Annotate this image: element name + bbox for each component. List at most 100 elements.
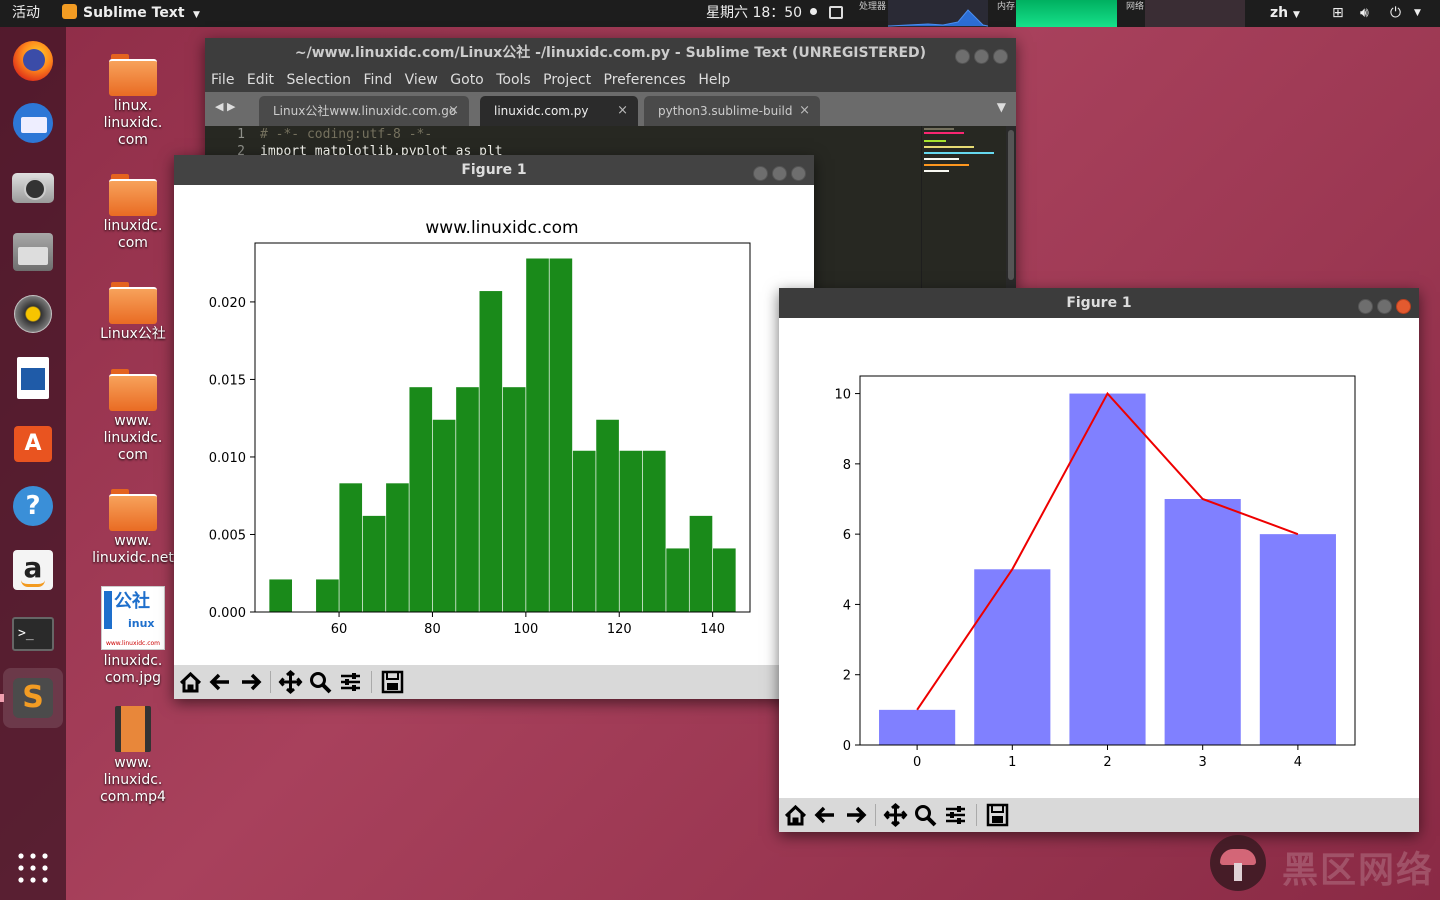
pan-icon[interactable] (277, 669, 304, 695)
sublime-titlebar[interactable]: ~/www.linuxidc.com/Linux公社 -/linuxidc.co… (205, 38, 1016, 68)
show-apps-icon[interactable] (17, 852, 49, 884)
histogram-bar (712, 548, 736, 612)
desktop-image-file[interactable]: 公社 inux www.linuxidc.com linuxidc. com.j… (88, 586, 178, 687)
settings-sliders-icon[interactable] (942, 802, 969, 828)
volume-icon[interactable]: 🔊︎ (1360, 0, 1369, 27)
menu-file[interactable]: File (211, 72, 234, 88)
close-button[interactable] (791, 166, 806, 181)
bar-chart-canvas[interactable]: 0 2 4 6 8 10 0 1 2 3 4 (779, 318, 1419, 798)
minimize-button[interactable] (955, 49, 970, 64)
home-icon[interactable] (177, 669, 204, 695)
language-indicator[interactable]: zh ▼ (1270, 0, 1300, 27)
tab-linuxidc-py[interactable]: linuxidc.com.py × (480, 96, 638, 126)
app-menu[interactable]: Sublime Text ▼ (62, 0, 200, 27)
histogram-bar (619, 450, 643, 612)
help-icon[interactable]: ? (9, 482, 57, 530)
forward-arrow-icon[interactable] (237, 669, 264, 695)
cpu-graph (887, 0, 989, 27)
histogram-canvas[interactable]: www.linuxidc.com 0.0000.0050.0100.0150.0… (174, 185, 814, 665)
home-icon[interactable] (782, 802, 809, 828)
maximize-button[interactable] (974, 49, 989, 64)
x-tick-label: 120 (607, 622, 632, 637)
desktop-folder-2[interactable]: linuxidc. com (88, 174, 178, 252)
tab-linuxidc-go[interactable]: Linux公社www.linuxidc.com.go × (259, 96, 469, 126)
bar-series (879, 393, 1336, 745)
menu-selection[interactable]: Selection (286, 72, 351, 88)
top-panel: 活动 Sublime Text ▼ 星期六 18：50 处理器 内存 网络 zh… (0, 0, 1440, 27)
zoom-icon[interactable] (912, 802, 939, 828)
menu-edit[interactable]: Edit (247, 72, 274, 88)
tab-bar: ◀ ▶ Linux公社www.linuxidc.com.go × linuxidc… (205, 92, 1016, 126)
desktop-folder-5[interactable]: www. linuxidc.net (88, 489, 178, 567)
y-tick-label: 6 (843, 528, 851, 543)
histogram-bar (316, 579, 339, 612)
net-label: 网络 (1126, 2, 1145, 12)
maximize-button[interactable] (772, 166, 787, 181)
figure-titlebar[interactable]: Figure 1 (174, 155, 814, 185)
tab-close-icon[interactable]: × (448, 96, 459, 126)
histogram-bar (432, 419, 456, 612)
maximize-button[interactable] (1377, 299, 1392, 314)
firefox-icon[interactable] (9, 37, 57, 85)
activities-button[interactable]: 活动 (12, 0, 40, 27)
tab-python3-build[interactable]: python3.sublime-build × (644, 96, 820, 126)
save-icon[interactable] (379, 669, 406, 695)
histogram-bar (526, 258, 549, 612)
desktop-video-file[interactable]: www. linuxidc. com.mp4 (88, 706, 178, 806)
close-button[interactable] (993, 49, 1008, 64)
network-icon[interactable]: ⊞ (1332, 0, 1344, 27)
minimize-button[interactable] (1358, 299, 1373, 314)
terminal-icon[interactable]: >_ (9, 610, 57, 658)
sublime-icon[interactable]: S (3, 668, 63, 728)
desktop-folder-1[interactable]: linux. linuxidc. com (88, 54, 178, 149)
clock[interactable]: 星期六 18：50 (706, 0, 817, 27)
save-icon[interactable] (984, 802, 1011, 828)
desktop-folder-3[interactable]: Linux公社 (88, 282, 178, 343)
minimize-button[interactable] (753, 166, 768, 181)
folder-icon (109, 282, 157, 324)
menu-tools[interactable]: Tools (496, 72, 531, 88)
menu-find[interactable]: Find (363, 72, 392, 88)
close-button[interactable] (1396, 299, 1411, 314)
cpu-graph-svg (887, 9, 989, 27)
menu-preferences[interactable]: Preferences (604, 72, 686, 88)
menu-help[interactable]: Help (698, 72, 730, 88)
rhythmbox-icon[interactable] (9, 290, 57, 338)
screen-icon[interactable] (829, 6, 843, 19)
bar (1069, 393, 1146, 745)
menu-view[interactable]: View (405, 72, 438, 88)
pan-icon[interactable] (882, 802, 909, 828)
back-arrow-icon[interactable] (207, 669, 234, 695)
tab-list-dropdown-icon[interactable]: ▼ (997, 100, 1006, 114)
files-icon[interactable] (9, 227, 57, 275)
histogram-bar (596, 419, 619, 612)
thunderbird-icon[interactable] (9, 99, 57, 147)
x-tick-label: 80 (424, 622, 441, 637)
histogram-bar (362, 515, 386, 612)
figure-toolbar (779, 798, 1419, 832)
zoom-icon[interactable] (307, 669, 334, 695)
launcher-dock: A ? a >_ S (0, 27, 66, 900)
tab-nav-arrows[interactable]: ◀ ▶ (215, 100, 235, 113)
minimap[interactable] (921, 126, 1007, 290)
tab-close-icon[interactable]: × (617, 96, 628, 126)
tab-close-icon[interactable]: × (799, 96, 810, 126)
menu-project[interactable]: Project (543, 72, 591, 88)
chevron-down-icon[interactable]: ▼ (1414, 0, 1421, 27)
amazon-icon[interactable]: a (9, 546, 57, 594)
desktop-folder-4[interactable]: www. linuxidc. com (88, 369, 178, 464)
x-tick-label: 1 (1008, 755, 1016, 770)
figure-titlebar[interactable]: Figure 1 (779, 288, 1419, 318)
histogram-bar (409, 387, 433, 612)
writer-icon[interactable] (9, 354, 57, 402)
menu-goto[interactable]: Goto (450, 72, 483, 88)
vertical-scrollbar[interactable] (1006, 126, 1016, 290)
histogram-bar (666, 548, 689, 612)
settings-sliders-icon[interactable] (337, 669, 364, 695)
power-icon[interactable]: ⏻ (1390, 0, 1401, 27)
network-graph (1145, 0, 1245, 27)
forward-arrow-icon[interactable] (842, 802, 869, 828)
software-icon[interactable]: A (9, 418, 57, 466)
camera-icon[interactable] (9, 163, 57, 211)
back-arrow-icon[interactable] (812, 802, 839, 828)
